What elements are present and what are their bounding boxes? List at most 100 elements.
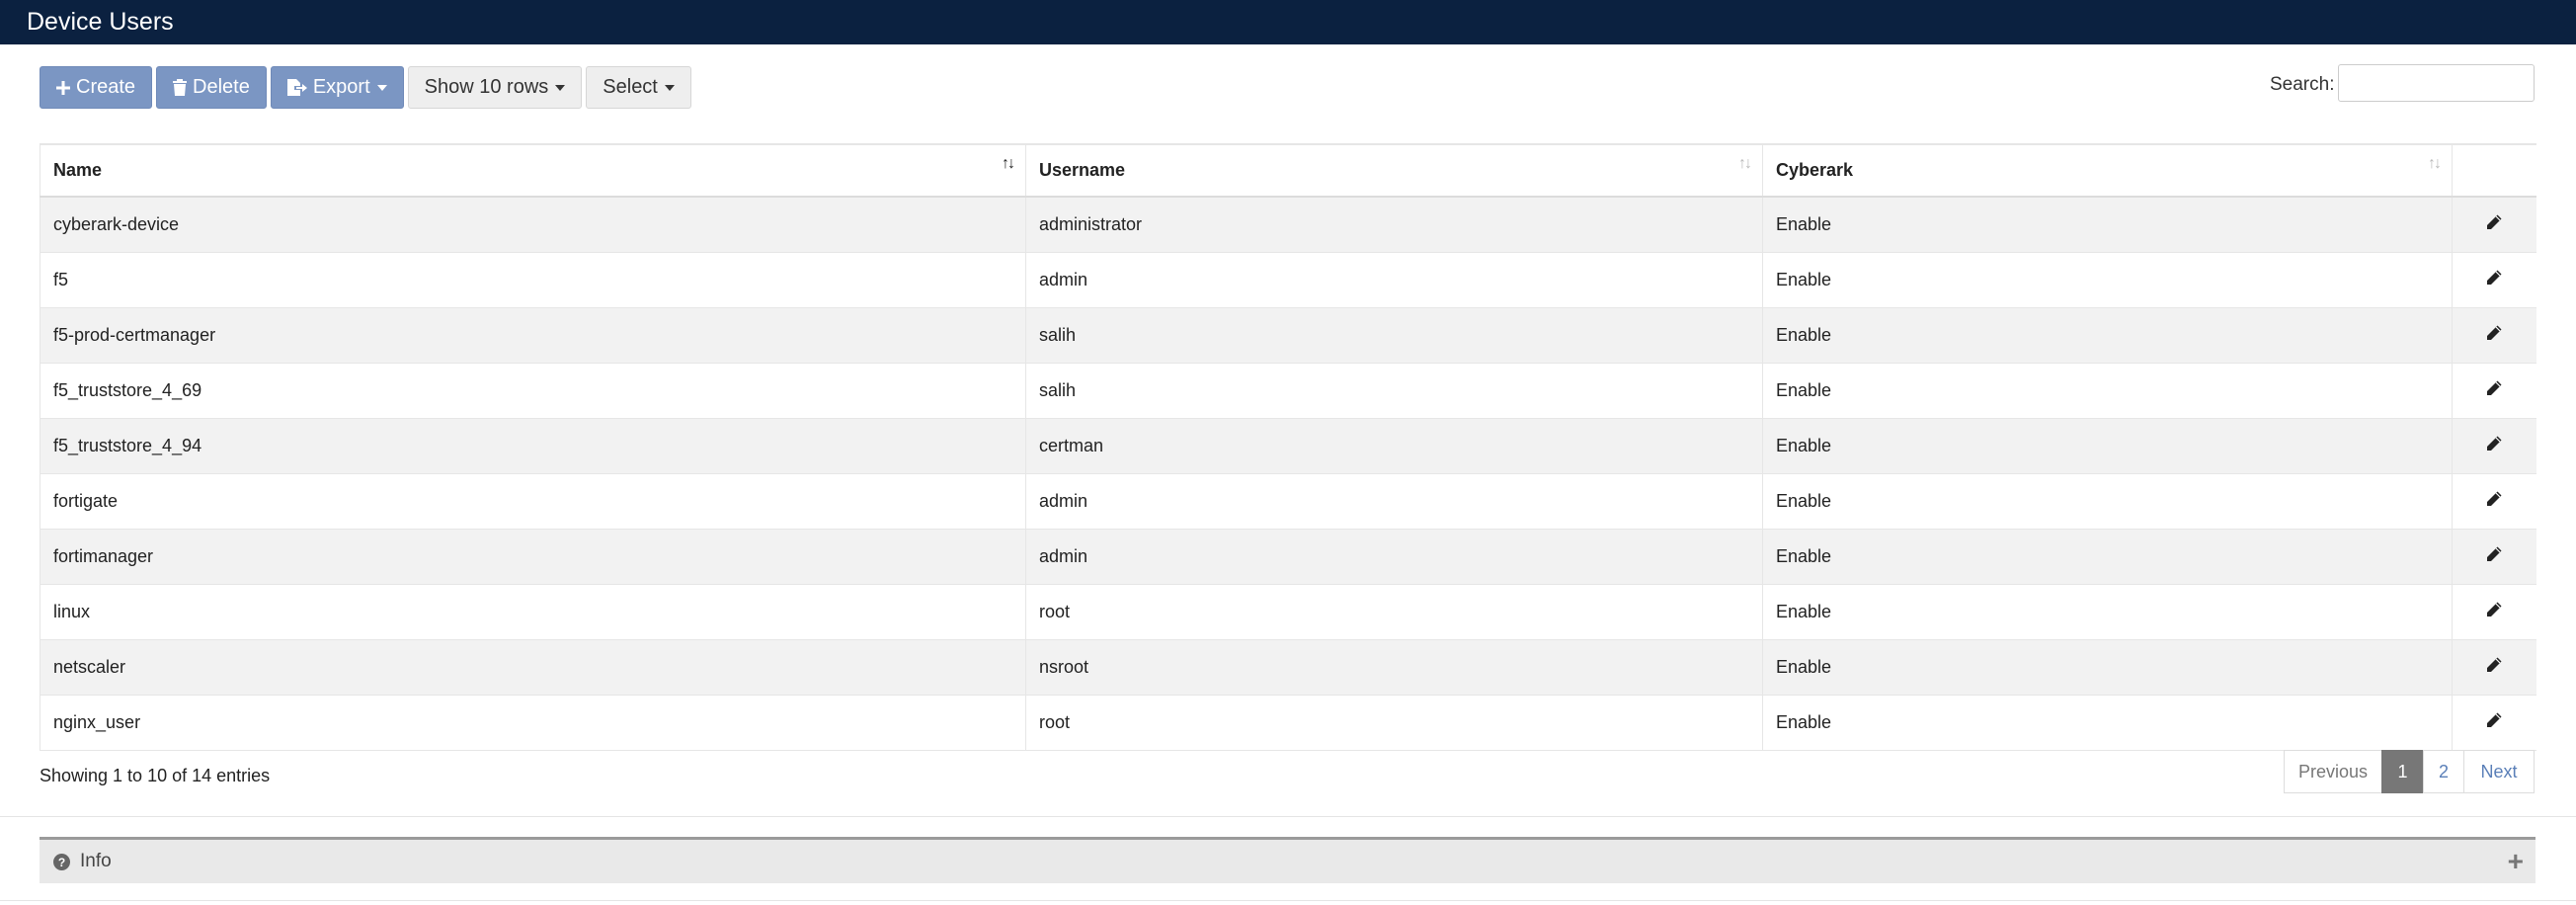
cell-cyberark: Enable (1762, 639, 2453, 696)
info-panel-header[interactable]: ? Info + (40, 837, 2536, 883)
search-input[interactable] (2338, 64, 2535, 102)
select-label: Select (603, 76, 658, 98)
table-row: f5_truststore_4_69 salih Enable (40, 363, 2536, 419)
chevron-down-icon (376, 84, 387, 91)
pencil-icon[interactable] (2485, 269, 2503, 291)
cell-name: f5 (40, 252, 1026, 308)
table-row: fortigate admin Enable (40, 473, 2536, 530)
pencil-icon[interactable] (2485, 213, 2503, 236)
cell-name: cyberark-device (40, 197, 1026, 253)
export-button[interactable]: Export (270, 66, 404, 109)
pencil-icon[interactable] (2485, 601, 2503, 623)
create-button[interactable]: Create (40, 66, 153, 109)
chevron-down-icon (664, 84, 675, 91)
cell-cyberark: Enable (1762, 473, 2453, 530)
table-row: linux root Enable (40, 584, 2536, 640)
page-title: Device Users (27, 8, 174, 36)
cell-actions (2452, 639, 2536, 696)
cell-cyberark: Enable (1762, 584, 2453, 640)
column-header-actions (2452, 143, 2536, 198)
cell-cyberark: Enable (1762, 197, 2453, 253)
next-page-button[interactable]: Next (2463, 750, 2535, 793)
sort-icon: ↑↓ (2428, 155, 2442, 172)
cell-name: netscaler (40, 639, 1026, 696)
cell-actions (2452, 695, 2536, 751)
cell-username: administrator (1025, 197, 1763, 253)
export-icon (286, 79, 307, 96)
column-header-label: Cyberark (1776, 160, 1854, 180)
cell-name: linux (40, 584, 1026, 640)
column-header-cyberark[interactable]: Cyberark ↑↓ (1762, 143, 2453, 198)
cell-name: fortimanager (40, 529, 1026, 585)
toolbar: Create Delete Export Show 10 rows Select (40, 66, 691, 109)
export-button-label: Export (312, 76, 370, 98)
table-row: netscaler nsroot Enable (40, 639, 2536, 696)
cell-actions (2452, 418, 2536, 474)
cell-username: salih (1025, 363, 1763, 419)
column-header-label: Username (1039, 160, 1126, 180)
previous-page-button[interactable]: Previous (2284, 750, 2382, 793)
bottom-divider (0, 900, 2576, 901)
cell-username: admin (1025, 473, 1763, 530)
cell-cyberark: Enable (1762, 252, 2453, 308)
table-body: cyberark-device administrator Enable f5 admi… (40, 197, 2536, 751)
cell-actions (2452, 252, 2536, 308)
cell-actions (2452, 584, 2536, 640)
column-header-name[interactable]: Name ↑↓ (40, 143, 1026, 198)
table-row: nginx_user root Enable (40, 695, 2536, 751)
cell-name: nginx_user (40, 695, 1026, 751)
delete-button[interactable]: Delete (156, 66, 267, 109)
cell-username: salih (1025, 307, 1763, 364)
cell-name: fortigate (40, 473, 1026, 530)
delete-button-label: Delete (193, 76, 250, 98)
page-1-button[interactable]: 1 (2381, 750, 2424, 793)
cell-actions (2452, 529, 2536, 585)
pencil-icon[interactable] (2485, 379, 2503, 402)
expand-plus-icon[interactable]: + (2508, 846, 2524, 877)
trash-icon (173, 79, 188, 96)
cell-cyberark: Enable (1762, 418, 2453, 474)
cell-cyberark: Enable (1762, 363, 2453, 419)
pencil-icon[interactable] (2485, 656, 2503, 679)
cell-username: certman (1025, 418, 1763, 474)
cell-actions (2452, 473, 2536, 530)
entries-info: Showing 1 to 10 of 14 entries (40, 766, 271, 785)
pencil-icon[interactable] (2485, 324, 2503, 347)
table-row: f5-prod-certmanager salih Enable (40, 307, 2536, 364)
search-label: Search: (2270, 74, 2335, 95)
show-rows-dropdown[interactable]: Show 10 rows (407, 66, 583, 109)
table-header-row: Name ↑↓ Username ↑↓ Cyberark ↑↓ (40, 143, 2536, 198)
question-circle-icon: ? (53, 853, 70, 870)
cell-actions (2452, 307, 2536, 364)
svg-text:?: ? (58, 856, 65, 869)
table-row: cyberark-device administrator Enable (40, 197, 2536, 253)
sort-icon: ↑↓ (1738, 155, 1752, 172)
pencil-icon[interactable] (2485, 490, 2503, 513)
cell-name: f5_truststore_4_94 (40, 418, 1026, 474)
column-header-username[interactable]: Username ↑↓ (1025, 143, 1763, 198)
cell-actions (2452, 197, 2536, 253)
cell-cyberark: Enable (1762, 529, 2453, 585)
create-button-label: Create (76, 76, 136, 98)
device-users-table: Name ↑↓ Username ↑↓ Cyberark ↑↓ cyberark… (40, 143, 2536, 751)
cell-username: nsroot (1025, 639, 1763, 696)
section-divider (0, 816, 2576, 817)
pencil-icon[interactable] (2485, 711, 2503, 734)
pencil-icon[interactable] (2485, 435, 2503, 457)
cell-name: f5_truststore_4_69 (40, 363, 1026, 419)
cell-username: root (1025, 584, 1763, 640)
pencil-icon[interactable] (2485, 545, 2503, 568)
table-row: fortimanager admin Enable (40, 529, 2536, 585)
table-row: f5 admin Enable (40, 252, 2536, 308)
cell-cyberark: Enable (1762, 307, 2453, 364)
cell-cyberark: Enable (1762, 695, 2453, 751)
table-row: f5_truststore_4_94 certman Enable (40, 418, 2536, 474)
column-header-label: Name (53, 160, 103, 180)
page-2-button[interactable]: 2 (2423, 750, 2464, 793)
info-panel-title: Info (80, 851, 112, 871)
cell-username: root (1025, 695, 1763, 751)
cell-username: admin (1025, 529, 1763, 585)
cell-actions (2452, 363, 2536, 419)
cell-name: f5-prod-certmanager (40, 307, 1026, 364)
select-dropdown[interactable]: Select (586, 66, 691, 109)
